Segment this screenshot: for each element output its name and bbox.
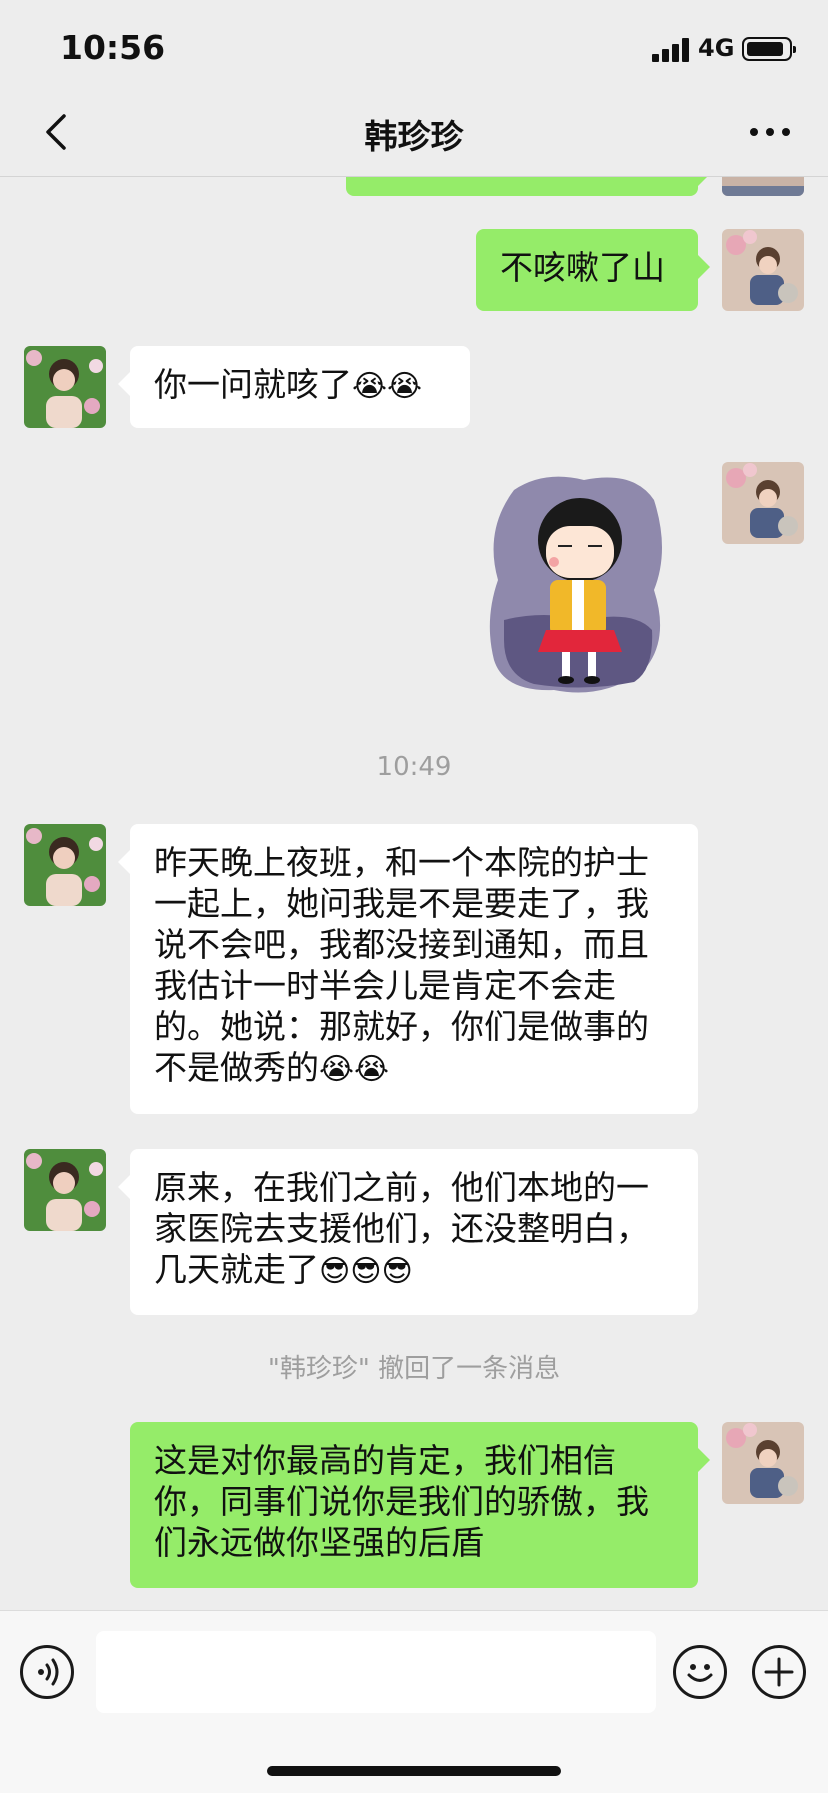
message-line: 这是对你最高的肯定，我们相信 <box>154 1441 616 1480</box>
chat-area[interactable]: 不咳嗽了山 你一问就咳了😭😭 10:49 昨天晚上夜班，和一个本院的护士 一起上… <box>0 176 828 1610</box>
message-bubble-in[interactable]: 昨天晚上夜班，和一个本院的护士 一起上，她问我是不是要走了，我 说不会吧，我都没… <box>118 824 698 1114</box>
emoji-icon[interactable] <box>673 1645 727 1699</box>
home-indicator[interactable] <box>267 1766 561 1776</box>
emoji-crying: 😭😭 <box>319 1052 390 1087</box>
message-text: 你一问就咳了 <box>154 365 352 404</box>
message-line: 昨天晚上夜班，和一个本院的护士 <box>154 843 649 882</box>
message-line: 们永远做你坚强的后盾 <box>154 1523 484 1562</box>
message-bubble-in[interactable]: 你一问就咳了😭😭 <box>118 346 470 428</box>
message-text: 不咳嗽了山 <box>500 248 665 287</box>
plus-icon[interactable] <box>752 1645 806 1699</box>
timestamp: 10:49 <box>376 752 452 782</box>
emoji-sunglasses: 😎😎😎 <box>319 1254 413 1289</box>
message-line: 几天就走了 <box>154 1250 319 1289</box>
message-bubble-out[interactable]: 这是对你最高的肯定，我们相信 你，同事们说你是我们的骄傲，我 们永远做你坚强的后… <box>130 1422 710 1588</box>
message-line: 原来，在我们之前，他们本地的一 <box>154 1168 649 1207</box>
message-line: 家医院去支援他们，还没整明白， <box>154 1209 649 1248</box>
status-time: 10:56 <box>60 28 166 67</box>
avatar-contact[interactable] <box>24 1149 106 1231</box>
message-bubble-out-partial[interactable] <box>346 176 710 196</box>
avatar-self[interactable] <box>722 176 804 196</box>
voice-icon[interactable] <box>20 1645 74 1699</box>
message-line: 不是做秀的 <box>154 1048 319 1087</box>
emoji-crying: 😭😭 <box>352 369 423 404</box>
sticker-image[interactable] <box>484 470 670 700</box>
avatar-self[interactable] <box>722 229 804 311</box>
avatar-contact[interactable] <box>24 824 106 906</box>
network-label: 4G <box>698 34 735 62</box>
battery-icon <box>742 37 796 61</box>
more-icon[interactable] <box>750 128 790 138</box>
avatar-self[interactable] <box>722 1422 804 1504</box>
avatar-self[interactable] <box>722 462 804 544</box>
message-line: 一起上，她问我是不是要走了，我 <box>154 884 649 923</box>
message-input[interactable] <box>96 1631 656 1713</box>
signal-icon <box>652 38 690 62</box>
message-bubble-out[interactable]: 不咳嗽了山 <box>476 229 710 311</box>
avatar-contact[interactable] <box>24 346 106 428</box>
message-bubble-in[interactable]: 原来，在我们之前，他们本地的一 家医院去支援他们，还没整明白， 几天就走了😎😎😎 <box>118 1149 698 1315</box>
message-line: 说不会吧，我都没接到通知，而且 <box>154 925 649 964</box>
chat-header: 韩珍珍 <box>0 90 828 177</box>
recall-notice: "韩珍珍" 撤回了一条消息 <box>267 1354 561 1384</box>
message-line: 的。她说：那就好，你们是做事的 <box>154 1007 649 1046</box>
input-bar <box>0 1610 828 1793</box>
status-bar: 10:56 4G <box>0 0 828 90</box>
message-line: 我估计一时半会儿是肯定不会走 <box>154 966 616 1005</box>
chat-title: 韩珍珍 <box>364 117 464 156</box>
message-line: 你，同事们说你是我们的骄傲，我 <box>154 1482 649 1521</box>
